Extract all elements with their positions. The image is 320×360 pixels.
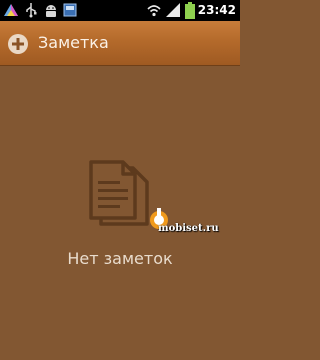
notes-document-icon — [89, 160, 149, 226]
add-note-button[interactable] — [8, 34, 28, 54]
wifi-icon — [147, 5, 161, 17]
watermark-text: mobiset.ru — [158, 223, 219, 234]
title-bar: Заметка — [0, 21, 240, 66]
android-debug-icon — [46, 5, 56, 17]
battery-icon — [185, 2, 195, 19]
empty-state-text: Нет заметок — [67, 249, 173, 268]
status-bar: 23:42 — [0, 0, 240, 21]
page-title: Заметка — [38, 33, 109, 52]
triangle-notification-icon — [4, 4, 18, 16]
sd-card-icon — [63, 3, 77, 17]
signal-icon — [166, 3, 180, 17]
status-time: 23:42 — [197, 3, 236, 17]
plus-circle-icon — [12, 38, 24, 50]
usb-icon — [26, 3, 37, 18]
